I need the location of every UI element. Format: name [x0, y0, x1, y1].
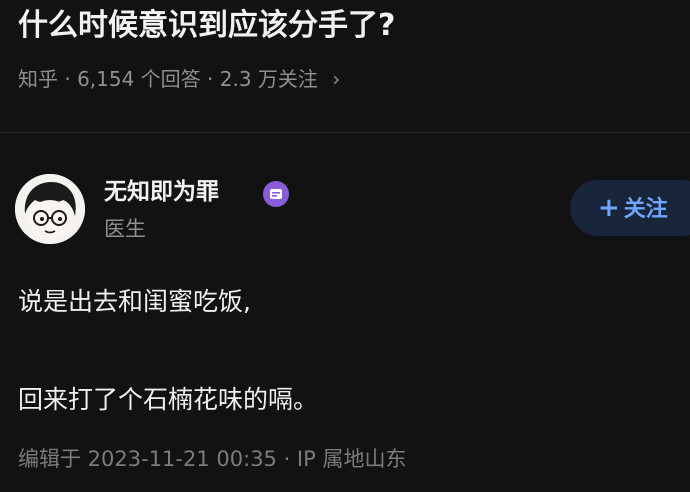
edit-info: 编辑于 2023-11-21 00:35 · IP 属地山东	[18, 447, 407, 471]
question-meta[interactable]: 知乎 · 6,154 个回答 · 2.3 万关注 ›	[18, 62, 340, 96]
chevron-right-icon: ›	[332, 67, 341, 91]
answer-line: 说是出去和闺蜜吃饭,	[18, 287, 251, 316]
question-meta-text: 知乎 · 6,154 个回答 · 2.3 万关注	[18, 67, 318, 91]
follow-button[interactable]: + 关注	[570, 180, 690, 236]
author-avatar[interactable]	[15, 174, 85, 244]
verified-badge-icon	[263, 181, 289, 207]
answer-line: 回来打了个石楠花味的嗝。	[18, 385, 319, 414]
divider	[0, 132, 690, 133]
plus-icon: +	[598, 193, 620, 223]
author-role: 医生	[104, 217, 146, 241]
follow-button-label: 关注	[623, 197, 668, 222]
avatar-illustration	[15, 174, 85, 244]
question-title[interactable]: 什么时候意识到应该分手了?	[18, 4, 395, 48]
author-name[interactable]: 无知即为罪	[104, 174, 219, 210]
